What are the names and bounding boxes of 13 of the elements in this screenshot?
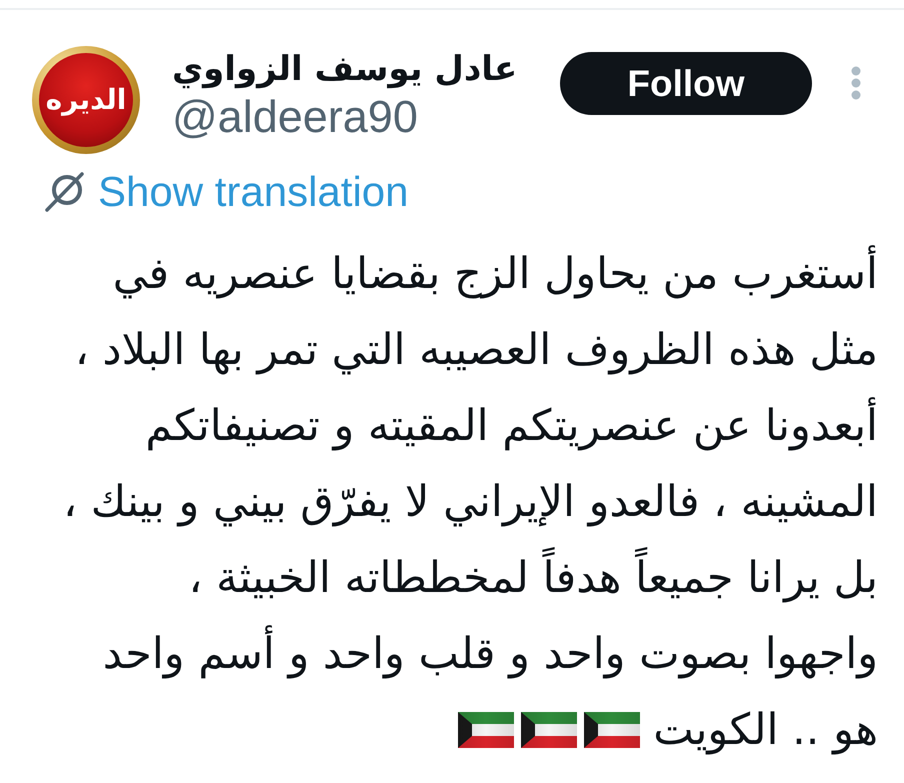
kuwait-flag-icon <box>521 712 578 748</box>
avatar-logo[interactable]: الديره <box>32 46 140 154</box>
tweet-text: هو .. الكويت <box>653 704 878 757</box>
follow-button[interactable]: Follow <box>560 52 812 115</box>
show-translation-link[interactable]: Show translation <box>98 170 409 214</box>
author-name[interactable]: عادل يوسف الزواوي <box>172 47 518 91</box>
logo-text: الديره <box>46 86 126 114</box>
tweet-text: أستغرب من يحاول الزج بقضايا عنصريه في مثل هذه الظروف العصيبه التي تمر بها البلاد ، أبعدونا عن عنصريتكم المقيته و تصنيفاتكم المشينه ، فالعدو الإيراني لا يفرّق بيني و بينك ، بل يرانا جميعاً هدفاً لمخططاته الخبيثة ، واجهوا بصوت واحد و قلب واحد و أسم واحد <box>63 236 878 692</box>
more-options-icon[interactable] <box>850 66 862 100</box>
slashed-circle-icon <box>44 171 86 213</box>
author-handle[interactable]: @aldeera90 <box>172 93 560 141</box>
kuwait-flag-icon <box>458 712 514 748</box>
kuwait-flag-icon <box>584 712 640 748</box>
